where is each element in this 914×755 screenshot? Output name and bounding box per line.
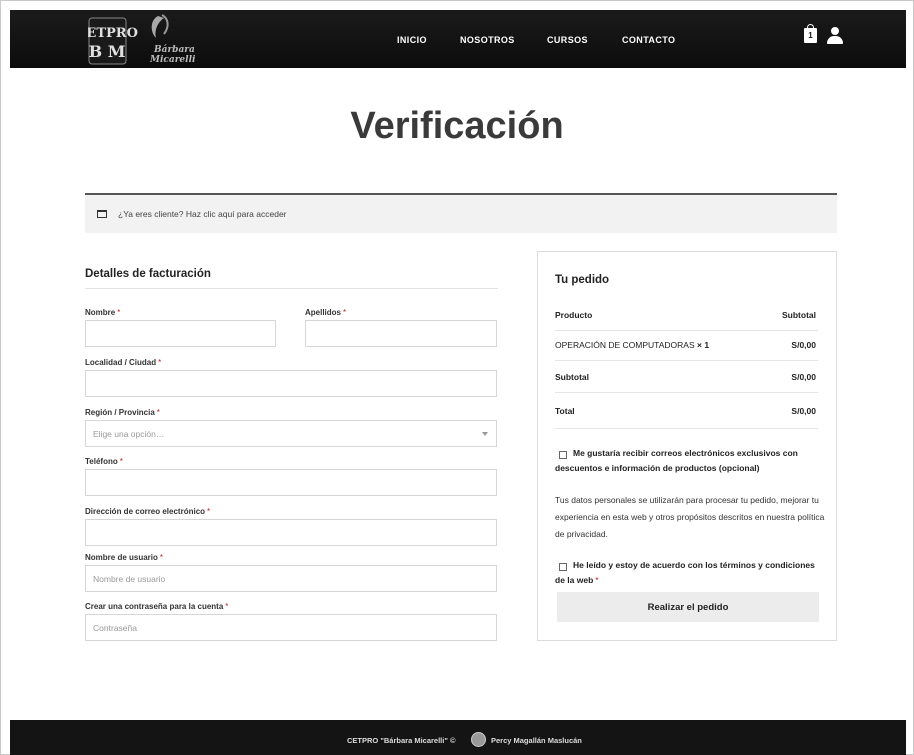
nav-nosotros[interactable]: NOSOTROS: [460, 35, 515, 45]
username-input[interactable]: [85, 565, 497, 592]
divider: [555, 360, 818, 361]
site-header: CETPRO B M Bárbara Micarelli INICIO NOSO…: [10, 10, 906, 68]
region-label: Región / Provincia *: [85, 408, 160, 417]
phone-input[interactable]: [85, 469, 497, 496]
username-label: Nombre de usuario *: [85, 553, 164, 562]
nav-inicio[interactable]: INICIO: [397, 35, 427, 45]
email-input[interactable]: [85, 519, 497, 546]
privacy-notice: Tus datos personales se utilizarán para …: [555, 495, 825, 539]
terms-label[interactable]: He leído y estoy de acuerdo con los térm…: [555, 558, 823, 588]
first-name-input[interactable]: [85, 320, 276, 347]
city-label: Localidad / Ciudad *: [85, 358, 162, 367]
cetpro-logo[interactable]: CETPRO B M Bárbara Micarelli: [88, 12, 208, 66]
last-name-label: Apellidos *: [305, 308, 347, 317]
user-icon[interactable]: [827, 27, 843, 44]
total-value: S/0,00: [791, 406, 816, 416]
footer-author[interactable]: Percy Magallán Maslucán: [491, 736, 582, 745]
col-product-header: Producto: [555, 310, 593, 320]
divider: [555, 428, 818, 429]
chevron-down-icon: [482, 432, 488, 436]
window-icon: [97, 210, 107, 218]
footer-copyright: CETPRO "Bárbara Micarelli" ©: [347, 736, 456, 745]
cart-count: 1: [808, 31, 813, 40]
order-item-price: S/0,00: [791, 340, 816, 350]
divider: [555, 392, 818, 393]
divider: [555, 330, 818, 331]
svg-text:Bárbara: Bárbara: [153, 44, 195, 55]
page-title: Verificación: [350, 105, 564, 147]
nav-cursos[interactable]: CURSOS: [547, 35, 588, 45]
place-order-button[interactable]: Realizar el pedido: [557, 592, 819, 622]
svg-text:CETPRO: CETPRO: [88, 26, 138, 41]
author-avatar: [471, 732, 486, 747]
col-subtotal-header: Subtotal: [782, 310, 816, 320]
marketing-opt-in-label[interactable]: Me gustaría recibir correos electrónicos…: [555, 446, 823, 476]
total-label: Total: [555, 406, 575, 416]
svg-text:Micarelli: Micarelli: [149, 55, 196, 65]
password-label: Crear una contraseña para la cuenta *: [85, 602, 229, 611]
svg-text:B M: B M: [89, 42, 126, 61]
login-notice: ¿Ya eres cliente? Haz clic aquí para acc…: [85, 193, 837, 233]
region-selected-value: Elige una opción…: [93, 428, 165, 439]
order-title: Tu pedido: [555, 274, 610, 286]
login-link[interactable]: ¿Ya eres cliente? Haz clic aquí para acc…: [118, 209, 287, 219]
subtotal-value: S/0,00: [791, 372, 816, 382]
email-label: Dirección de correo electrónico *: [85, 507, 211, 516]
billing-title: Detalles de facturación: [85, 268, 211, 280]
first-name-label: Nombre *: [85, 308, 121, 317]
shopping-bag-icon[interactable]: 1: [804, 24, 817, 43]
city-input[interactable]: [85, 370, 497, 397]
order-summary: Tu pedido Producto Subtotal OPERACIÓN DE…: [537, 251, 837, 641]
last-name-input[interactable]: [305, 320, 497, 347]
region-select[interactable]: Elige una opción…: [85, 420, 497, 447]
phone-label: Teléfono *: [85, 457, 123, 466]
site-footer: CETPRO "Bárbara Micarelli" © Percy Magal…: [10, 720, 906, 755]
subtotal-label: Subtotal: [555, 372, 589, 382]
nav-contacto[interactable]: CONTACTO: [622, 35, 675, 45]
billing-divider: [85, 288, 498, 289]
password-input[interactable]: [85, 614, 497, 641]
order-item-name: OPERACIÓN DE COMPUTADORAS × 1: [555, 340, 710, 350]
